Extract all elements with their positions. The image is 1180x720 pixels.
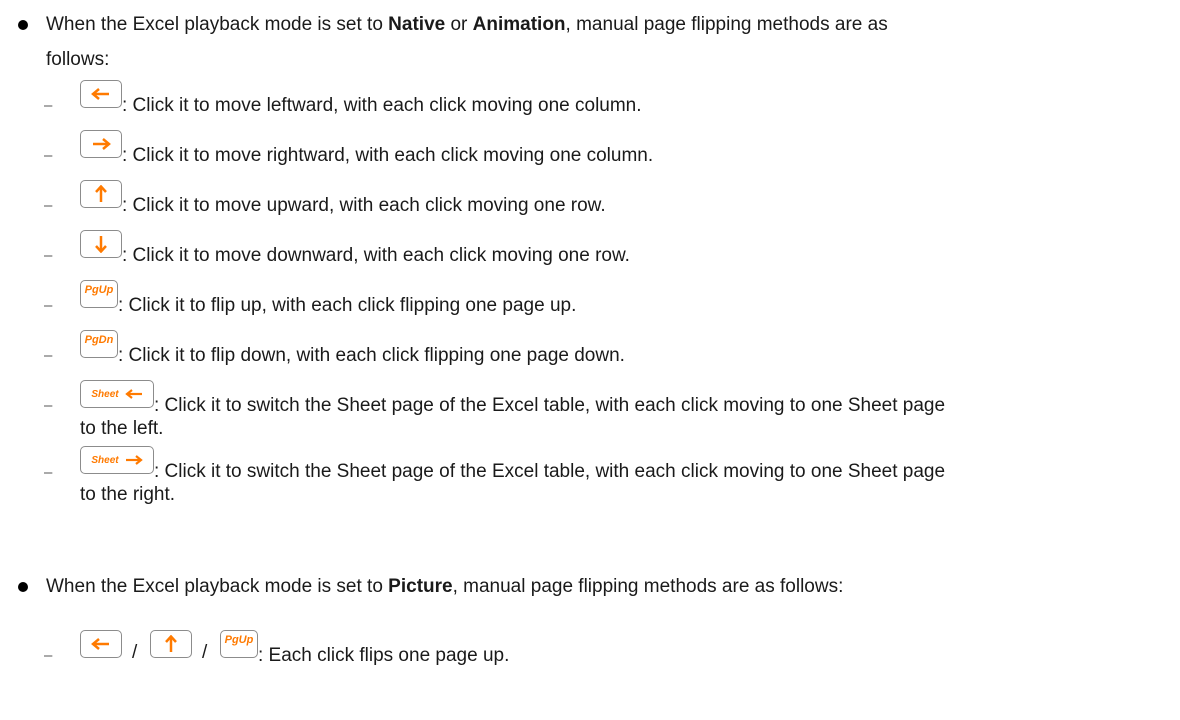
- item-description-continued: to the left.: [80, 418, 164, 439]
- item-description: : Click it to flip down, with each click…: [118, 345, 625, 366]
- dash: –: [44, 197, 53, 214]
- left-arrow-icon: [91, 638, 109, 650]
- item-description: : Each click flips one page up.: [258, 645, 510, 666]
- up-arrow-key[interactable]: [80, 180, 122, 208]
- item-description: : Click it to switch the Sheet page of t…: [154, 395, 946, 416]
- dash: –: [44, 464, 53, 481]
- pgup-key[interactable]: PgUp: [80, 280, 118, 308]
- dash: –: [44, 397, 53, 414]
- dash: –: [44, 297, 53, 314]
- right-arrow-key[interactable]: [80, 130, 122, 158]
- separator: /: [202, 642, 208, 663]
- bullet-dot: [18, 20, 28, 30]
- dash: –: [44, 247, 53, 264]
- dash: –: [44, 647, 53, 664]
- up-arrow-icon: [165, 635, 177, 652]
- item-description: : Click it to switch the Sheet page of t…: [154, 461, 946, 482]
- item-description: : Click it to move rightward, with each …: [122, 145, 654, 166]
- pgup-key-label: PgUp: [84, 284, 114, 296]
- mode-animation: Animation: [472, 14, 566, 35]
- left-arrow-icon: [124, 389, 142, 399]
- dash: –: [44, 147, 53, 164]
- right-arrow-icon: [93, 138, 111, 150]
- down-arrow-icon: [95, 236, 107, 253]
- item-description: : Click it to move leftward, with each c…: [122, 95, 642, 116]
- dash: –: [44, 347, 53, 364]
- pgup-key[interactable]: PgUp: [220, 630, 258, 658]
- left-arrow-key[interactable]: [80, 630, 122, 658]
- left-arrow-key[interactable]: [80, 80, 122, 108]
- sheet-key-label: Sheet: [91, 388, 119, 400]
- sheet-right-key[interactable]: Sheet: [80, 446, 154, 474]
- left-arrow-icon: [91, 88, 109, 100]
- separator: /: [132, 642, 138, 663]
- pgdn-key-label: PgDn: [84, 334, 114, 346]
- right-arrow-icon: [125, 455, 143, 465]
- item-description: : Click it to flip up, with each click f…: [118, 295, 577, 316]
- item-description: : Click it to move upward, with each cli…: [122, 195, 606, 216]
- dash: –: [44, 97, 53, 114]
- mode-picture: Picture: [388, 576, 453, 597]
- up-arrow-key[interactable]: [150, 630, 192, 658]
- sheet-left-key[interactable]: Sheet: [80, 380, 154, 408]
- up-arrow-icon: [95, 185, 107, 202]
- pgup-key-label: PgUp: [224, 634, 254, 646]
- sheet-key-label: Sheet: [91, 454, 119, 466]
- bullet-dot: [18, 582, 28, 592]
- bullet-2-text: When the Excel playback mode is set to P…: [46, 576, 844, 597]
- bullet-1-text: When the Excel playback mode is set to N…: [46, 14, 888, 70]
- mode-native: Native: [388, 14, 446, 35]
- pgdn-key[interactable]: PgDn: [80, 330, 118, 358]
- item-description: : Click it to move downward, with each c…: [122, 245, 630, 266]
- item-description-continued: to the right.: [80, 484, 176, 505]
- down-arrow-key[interactable]: [80, 230, 122, 258]
